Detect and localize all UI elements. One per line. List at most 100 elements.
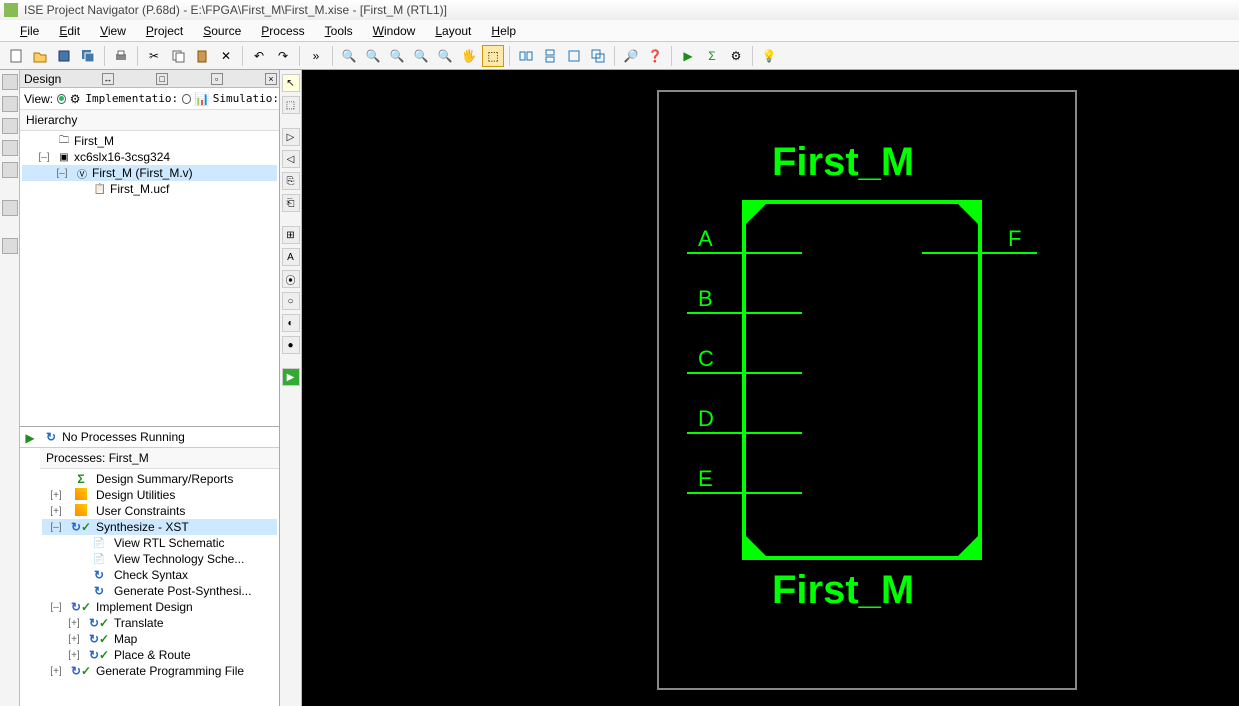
impl-radio[interactable] xyxy=(57,94,66,104)
panel-box-button[interactable]: ▫ xyxy=(211,73,223,85)
impact-button[interactable]: ⚙ xyxy=(725,45,747,67)
left-tool-1[interactable] xyxy=(2,74,18,90)
hierarchy-item[interactable]: 📋First_M.ucf xyxy=(22,181,277,197)
input-port-label: A xyxy=(698,226,713,252)
panel-pin-button[interactable]: ↔ xyxy=(102,73,114,85)
window-horiz-button[interactable] xyxy=(515,45,537,67)
process-item[interactable]: 📄View RTL Schematic xyxy=(42,535,277,551)
menu-process[interactable]: Process xyxy=(251,22,314,40)
find-button[interactable]: 🔎 xyxy=(620,45,642,67)
process-item[interactable]: [–]Synthesize - XST xyxy=(42,519,277,535)
input-port-wire[interactable] xyxy=(687,312,802,314)
proc-run-button[interactable]: ▶ xyxy=(25,431,34,445)
play-button[interactable]: ▶ xyxy=(677,45,699,67)
vtool-8[interactable]: A xyxy=(282,248,300,266)
menu-project[interactable]: Project xyxy=(136,22,193,40)
menu-source[interactable]: Source xyxy=(193,22,251,40)
vtool-7[interactable]: ⊞ xyxy=(282,226,300,244)
cursor-tool-button[interactable]: ↖ xyxy=(282,74,300,92)
window-cascade-button[interactable] xyxy=(587,45,609,67)
window-vert-button[interactable] xyxy=(539,45,561,67)
input-port-wire[interactable] xyxy=(687,252,802,254)
menu-tools[interactable]: Tools xyxy=(315,22,363,40)
sim-radio[interactable] xyxy=(182,94,191,104)
tree-item-label: xc6slx16-3csg324 xyxy=(74,150,170,164)
hierarchy-tree[interactable]: 🗀First_M[–]▣xc6slx16-3csg324[–]ⓋFirst_M … xyxy=(20,131,279,199)
process-item[interactable]: [+]Translate xyxy=(42,615,277,631)
zoom-in-button[interactable]: 🔍 xyxy=(338,45,360,67)
left-tool-7[interactable] xyxy=(2,238,18,254)
left-tool-4[interactable] xyxy=(2,140,18,156)
delete-button[interactable]: ✕ xyxy=(215,45,237,67)
open-button[interactable] xyxy=(29,45,51,67)
paste-button[interactable] xyxy=(191,45,213,67)
window-single-button[interactable] xyxy=(563,45,585,67)
processes-tree[interactable]: Design Summary/Reports[+]Design Utilitie… xyxy=(40,469,279,706)
process-item[interactable]: [+]Design Utilities xyxy=(42,487,277,503)
more-button[interactable]: » xyxy=(305,45,327,67)
vtool-6[interactable]: ⎗ xyxy=(282,194,300,212)
schematic-canvas[interactable]: First_M ABCDEF First_M xyxy=(302,70,1239,706)
process-item[interactable]: Generate Post-Synthesi... xyxy=(42,583,277,599)
lightbulb-button[interactable]: 💡 xyxy=(758,45,780,67)
process-item[interactable]: 📄View Technology Sche... xyxy=(42,551,277,567)
main-area: Design ↔ □ ▫ × View: ⚙ Implementatio: 📊 … xyxy=(0,70,1239,706)
panel-close-button[interactable]: × xyxy=(265,73,277,85)
input-port-wire[interactable] xyxy=(687,432,802,434)
print-button[interactable] xyxy=(110,45,132,67)
menu-edit[interactable]: Edit xyxy=(49,22,90,40)
zoom-fit-button[interactable]: 🔍 xyxy=(386,45,408,67)
hierarchy-item[interactable]: [–]▣xc6slx16-3csg324 xyxy=(22,149,277,165)
input-port-wire[interactable] xyxy=(687,372,802,374)
copy-button[interactable] xyxy=(167,45,189,67)
vtool-9[interactable]: ⦿ xyxy=(282,270,300,288)
process-item[interactable]: [+]User Constraints xyxy=(42,503,277,519)
hierarchy-item[interactable]: 🗀First_M xyxy=(22,133,277,149)
module-block[interactable] xyxy=(742,200,982,560)
save-all-button[interactable] xyxy=(77,45,99,67)
menu-help[interactable]: Help xyxy=(481,22,526,40)
vtool-12[interactable]: ● xyxy=(282,336,300,354)
save-button[interactable] xyxy=(53,45,75,67)
vtool-4[interactable]: ◁ xyxy=(282,150,300,168)
zoom-out-button[interactable]: 🔍 xyxy=(362,45,384,67)
process-item[interactable]: [–]Implement Design xyxy=(42,599,277,615)
vtool-2[interactable]: ⬚ xyxy=(282,96,300,114)
new-button[interactable] xyxy=(5,45,27,67)
output-port-wire[interactable] xyxy=(922,252,1037,254)
undo-button[interactable]: ↶ xyxy=(248,45,270,67)
vtool-10[interactable]: ○ xyxy=(282,292,300,310)
synth-sigma-button[interactable]: Σ xyxy=(701,45,723,67)
pan-button[interactable]: 🖐 xyxy=(458,45,480,67)
main-toolbar: ✂ ✕ ↶ ↷ » 🔍 🔍 🔍 🔍 🔍 🖐 ⬚ 🔎 ❓ ▶ Σ ⚙ 💡 xyxy=(0,42,1239,70)
left-tool-5[interactable] xyxy=(2,162,18,178)
menu-file[interactable]: File xyxy=(10,22,49,40)
menu-view[interactable]: View xyxy=(90,22,136,40)
process-item[interactable]: [+]Generate Programming File xyxy=(42,663,277,679)
panel-float-button[interactable]: □ xyxy=(156,73,168,85)
cut-button[interactable]: ✂ xyxy=(143,45,165,67)
menu-layout[interactable]: Layout xyxy=(425,22,481,40)
whats-this-button[interactable]: ❓ xyxy=(644,45,666,67)
redo-button[interactable]: ↷ xyxy=(272,45,294,67)
process-item[interactable]: [+]Map xyxy=(42,631,277,647)
hierarchy-item[interactable]: [–]ⓋFirst_M (First_M.v) xyxy=(22,165,277,181)
left-tool-3[interactable] xyxy=(2,118,18,134)
vtool-11[interactable]: ◐ xyxy=(282,314,300,332)
menu-window[interactable]: Window xyxy=(363,22,426,40)
processes-panel: ▶ No Processes Running Processes: First_… xyxy=(20,426,279,706)
process-item[interactable]: Check Syntax xyxy=(42,567,277,583)
pointer-button[interactable]: ⬚ xyxy=(482,45,504,67)
input-port-wire[interactable] xyxy=(687,492,802,494)
process-item[interactable]: Design Summary/Reports xyxy=(42,471,277,487)
zoom-select-button[interactable]: 🔍 xyxy=(434,45,456,67)
title-bar: ISE Project Navigator (P.68d) - E:\FPGA\… xyxy=(0,0,1239,20)
vtool-3[interactable]: ▷ xyxy=(282,128,300,146)
process-item[interactable]: [+]Place & Route xyxy=(42,647,277,663)
left-tool-2[interactable] xyxy=(2,96,18,112)
tree-item-label: First_M xyxy=(74,134,114,148)
vtool-13[interactable]: ▶ xyxy=(282,368,300,386)
vtool-5[interactable]: ⎘ xyxy=(282,172,300,190)
zoom-area-button[interactable]: 🔍 xyxy=(410,45,432,67)
left-tool-6[interactable] xyxy=(2,200,18,216)
